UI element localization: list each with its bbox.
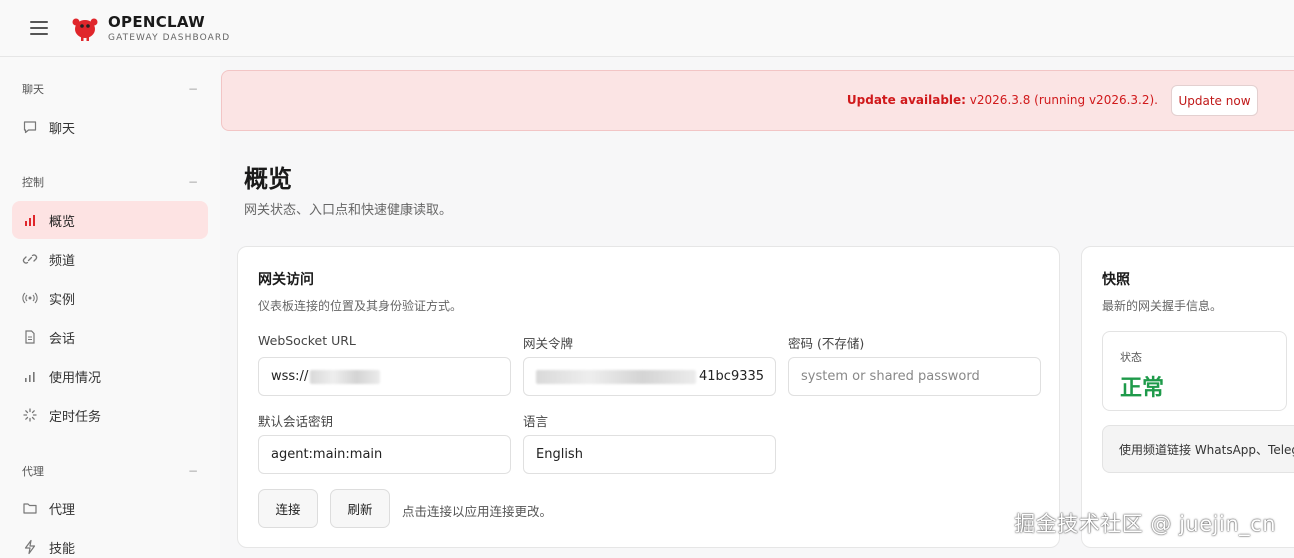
- sidebar-item-skills[interactable]: 技能: [12, 528, 208, 558]
- lightning-icon: [22, 539, 38, 555]
- websocket-url-value: wss://: [271, 369, 309, 384]
- sidebar-item-label: 概览: [49, 214, 76, 230]
- gateway-access-card: 网关访问 仪表板连接的位置及其身份验证方式。 WebSocket URL wss…: [237, 246, 1060, 548]
- session-key-value: agent:main:main: [271, 447, 383, 462]
- redacted-blur: [310, 369, 381, 384]
- card-subtitle: 仪表板连接的位置及其身份验证方式。: [258, 299, 463, 313]
- usage-chart-icon: [22, 368, 38, 384]
- link-icon: [22, 251, 38, 267]
- connect-hint: 点击连接以应用连接更改。: [402, 504, 553, 519]
- sidebar-item-channels[interactable]: 频道: [12, 240, 208, 278]
- section-control[interactable]: 控制 −: [22, 174, 198, 190]
- sidebar-item-label: 会话: [49, 331, 76, 347]
- section-title: 聊天: [22, 83, 44, 96]
- spinner-icon: [22, 407, 38, 423]
- password-input[interactable]: [788, 357, 1041, 396]
- refresh-button[interactable]: 刷新: [330, 489, 390, 528]
- sidebar-item-sessions[interactable]: 会话: [12, 318, 208, 356]
- sidebar-item-overview[interactable]: 概览: [12, 201, 208, 239]
- sidebar-item-label: 频道: [49, 253, 76, 269]
- section-title: 控制: [22, 176, 44, 189]
- bar-chart-icon: [22, 212, 38, 228]
- collapse-icon[interactable]: −: [188, 464, 198, 478]
- sidebar-item-label: 实例: [49, 292, 76, 308]
- update-detail: v2026.3.8 (running v2026.3.2).: [969, 93, 1158, 107]
- sidebar-item-usage[interactable]: 使用情况: [12, 357, 208, 395]
- collapse-icon[interactable]: −: [188, 175, 198, 189]
- channel-info: 使用频道链接 WhatsApp、Teleg: [1102, 425, 1294, 473]
- update-message: Update available: v2026.3.8 (running v20…: [847, 93, 1158, 107]
- session-key-label: 默认会话密钥: [258, 414, 334, 429]
- sidebar-item-label: 技能: [49, 541, 76, 557]
- folder-icon: [22, 500, 38, 516]
- card-title: 快照: [1102, 272, 1130, 288]
- language-select[interactable]: English: [523, 435, 776, 474]
- gateway-token-label: 网关令牌: [523, 336, 574, 351]
- sidebar-item-label: 使用情况: [49, 370, 102, 386]
- language-value: English: [536, 447, 583, 462]
- sidebar-item-label: 聊天: [49, 121, 76, 137]
- update-now-button[interactable]: Update now: [1171, 85, 1258, 116]
- status-label: 状态: [1120, 351, 1142, 364]
- brand-subtitle: GATEWAY DASHBOARD: [108, 33, 231, 43]
- sidebar-item-instances[interactable]: 实例: [12, 279, 208, 317]
- collapse-icon[interactable]: −: [188, 82, 198, 96]
- status-box: 状态 正常: [1102, 331, 1287, 411]
- gateway-token-tail: 41bc9335: [699, 369, 765, 384]
- section-chat[interactable]: 聊天 −: [22, 81, 198, 97]
- document-icon: [22, 329, 38, 345]
- menu-icon[interactable]: [30, 21, 48, 35]
- language-label: 语言: [523, 414, 549, 429]
- status-value: 正常: [1120, 376, 1165, 401]
- card-subtitle: 最新的网关握手信息。: [1102, 299, 1223, 313]
- snapshot-card: 快照 最新的网关握手信息。 状态 正常 使用频道链接 WhatsApp、Tele…: [1081, 246, 1294, 548]
- chat-icon: [22, 119, 38, 135]
- section-agents[interactable]: 代理 −: [22, 463, 198, 479]
- top-bar: OPENCLAW GATEWAY DASHBOARD: [0, 0, 1294, 57]
- update-label: Update available:: [846, 93, 966, 107]
- password-label: 密码 (不存储): [788, 336, 865, 351]
- main-content: Update available: v2026.3.8 (running v20…: [220, 57, 1294, 558]
- session-key-input[interactable]: agent:main:main: [258, 435, 511, 474]
- card-title: 网关访问: [258, 272, 314, 288]
- lobster-icon: [72, 18, 98, 41]
- sidebar: 聊天 − 聊天 控制 − 概览 频道 实例 会话 使用情况 定时任务 代理 − …: [0, 57, 220, 558]
- watermark: 掘金技术社区 @ juejin_cn: [1014, 512, 1276, 536]
- connect-button[interactable]: 连接: [258, 489, 318, 528]
- redacted-blur: [536, 369, 696, 384]
- sidebar-item-label: 代理: [49, 502, 76, 518]
- sidebar-item-agents[interactable]: 代理: [12, 489, 208, 527]
- sidebar-item-chat[interactable]: 聊天: [12, 108, 208, 146]
- broadcast-icon: [22, 290, 38, 306]
- page-title: 概览: [244, 165, 292, 193]
- sidebar-item-label: 定时任务: [49, 409, 102, 425]
- section-title: 代理: [22, 465, 44, 478]
- gateway-token-input[interactable]: 41bc9335: [523, 357, 776, 396]
- brand: OPENCLAW GATEWAY DASHBOARD: [108, 13, 230, 43]
- brand-title: OPENCLAW: [108, 13, 205, 31]
- websocket-url-label: WebSocket URL: [258, 333, 356, 348]
- page-subtitle: 网关状态、入口点和快速健康读取。: [244, 203, 453, 218]
- websocket-url-input[interactable]: wss://: [258, 357, 511, 396]
- sidebar-item-cron[interactable]: 定时任务: [12, 396, 208, 434]
- update-banner: Update available: v2026.3.8 (running v20…: [221, 70, 1294, 131]
